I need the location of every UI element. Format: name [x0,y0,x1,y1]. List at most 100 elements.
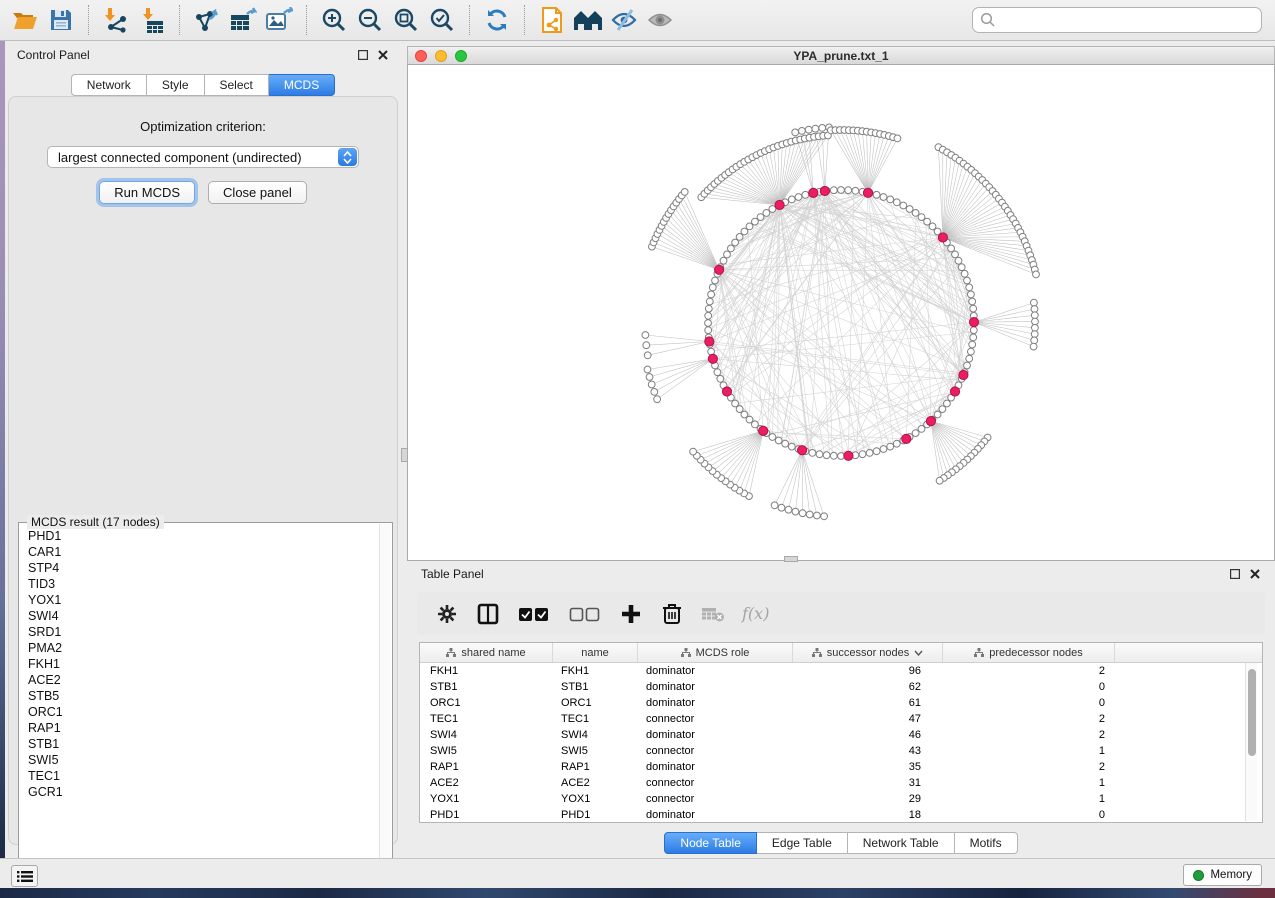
table-row-FKH1[interactable]: FKH1FKH1dominator962 [420,663,1262,679]
network-document-icon[interactable] [534,3,570,37]
export-network-icon[interactable] [189,3,225,37]
show-columns-icon[interactable] [476,602,500,626]
float-panel-icon[interactable] [356,49,369,62]
network-graph[interactable] [408,65,1275,561]
mcds-result-item[interactable]: ORC1 [28,704,378,720]
zoom-fit-icon[interactable] [388,3,424,37]
mcds-result-item[interactable]: SWI4 [28,608,378,624]
import-table-file-icon[interactable] [134,3,170,37]
table-cell: ORC1 [420,695,553,711]
table-cell: 0 [943,679,1115,695]
tab-node-table[interactable]: Node Table [664,832,757,854]
mcds-result-item[interactable]: YOX1 [28,592,378,608]
vertical-splitter-handle[interactable] [401,448,408,462]
tab-select[interactable]: Select [205,74,269,96]
mcds-result-item[interactable]: CAR1 [28,544,378,560]
application-window: Control Panel NetworkStyleSelectMCDS Opt… [0,0,1275,898]
network-canvas[interactable] [407,65,1275,561]
table-row-YOX1[interactable]: YOX1YOX1connector291 [420,791,1262,807]
tab-style[interactable]: Style [147,74,205,96]
table-settings-gear-icon[interactable] [435,602,459,626]
tab-mcds[interactable]: MCDS [269,74,335,96]
close-panel-button[interactable]: Close panel [208,181,307,204]
refresh-layout-icon[interactable] [479,3,515,37]
criterion-select[interactable]: largest connected component (undirected) [47,146,359,168]
tab-edge-table[interactable]: Edge Table [757,832,848,854]
run-mcds-button[interactable]: Run MCDS [99,181,195,204]
memory-label: Memory [1210,869,1252,881]
mcds-result-item[interactable]: STB1 [28,736,378,752]
desktop-wallpaper-strip-bottom [0,888,1275,898]
column-header-successor-nodes[interactable]: successor nodes [793,643,943,662]
mcds-result-item[interactable]: TID3 [28,576,378,592]
table-row-SWI4[interactable]: SWI4SWI4dominator462 [420,727,1262,743]
column-header-name[interactable]: name [553,643,638,662]
delete-column-icon[interactable] [660,602,684,626]
column-header-shared-name[interactable]: shared name [420,643,553,662]
table-cell: 96 [793,663,943,679]
mcds-result-list: PHD1CAR1STP4TID3YOX1SWI4SRD1PMA2FKH1ACE2… [20,526,378,892]
mcds-result-item[interactable]: SRD1 [28,624,378,640]
mcds-result-item[interactable]: GCR1 [28,784,378,800]
add-column-icon[interactable] [619,602,643,626]
table-cell: 2 [943,727,1115,743]
mcds-result-item[interactable]: PHD1 [28,528,378,544]
import-network-file-icon[interactable] [98,3,134,37]
tab-network[interactable]: Network [71,74,147,96]
show-panels-list-button[interactable] [11,865,38,887]
search-box[interactable] [972,7,1262,33]
save-session-icon[interactable] [43,3,79,37]
table-row-PHD1[interactable]: PHD1PHD1dominator180 [420,807,1262,823]
select-all-rows-icon[interactable] [517,602,551,626]
tab-motifs[interactable]: Motifs [955,832,1018,854]
table-cell: 46 [793,727,943,743]
table-scrollbar[interactable] [1245,663,1257,821]
table-cell: FKH1 [553,663,638,679]
table-row-SWI5[interactable]: SWI5SWI5connector431 [420,743,1262,759]
close-panel-icon[interactable] [1248,568,1261,581]
close-panel-icon[interactable] [376,49,389,62]
table-row-STB1[interactable]: STB1STB1dominator620 [420,679,1262,695]
column-header-MCDS-role[interactable]: MCDS role [638,643,793,662]
table-cell: 0 [943,695,1115,711]
table-cell: TEC1 [420,711,553,727]
table-row-ACE2[interactable]: ACE2ACE2connector311 [420,775,1262,791]
table-cell: TEC1 [553,711,638,727]
mcds-result-item[interactable]: STB5 [28,688,378,704]
float-panel-icon[interactable] [1228,568,1241,581]
table-cell: RAP1 [420,759,553,775]
search-input[interactable] [1001,10,1254,30]
mcds-result-item[interactable]: RAP1 [28,720,378,736]
hide-selected-eye-slash-icon[interactable] [606,3,642,37]
deselect-all-rows-icon[interactable] [568,602,602,626]
table-cell: YOX1 [553,791,638,807]
open-session-icon[interactable] [7,3,43,37]
table-row-ORC1[interactable]: ORC1ORC1dominator610 [420,695,1262,711]
zoom-in-icon[interactable] [316,3,352,37]
table-row-RAP1[interactable]: RAP1RAP1dominator352 [420,759,1262,775]
zoom-out-icon[interactable] [352,3,388,37]
table-panel: Table Panel [407,560,1275,858]
column-header-predecessor-nodes[interactable]: predecessor nodes [943,643,1115,662]
mcds-result-item[interactable]: PMA2 [28,640,378,656]
mcds-result-item[interactable]: STP4 [28,560,378,576]
mcds-panel: Optimization criterion: largest connecte… [8,96,398,845]
table-row-TEC1[interactable]: TEC1TEC1connector472 [420,711,1262,727]
zoom-selected-icon[interactable] [424,3,460,37]
mcds-result-item[interactable]: FKH1 [28,656,378,672]
mcds-result-item[interactable]: SWI5 [28,752,378,768]
show-all-eye-icon[interactable] [642,3,678,37]
export-table-icon[interactable] [225,3,261,37]
delete-table-icon-disabled [701,602,725,626]
mcds-result-item[interactable]: TEC1 [28,768,378,784]
table-scrollbar-thumb[interactable] [1248,669,1256,756]
tab-network-table[interactable]: Network Table [848,832,955,854]
mcds-result-item[interactable]: ACE2 [28,672,378,688]
memory-button[interactable]: Memory [1183,864,1262,886]
mcds-list-scrollbar[interactable] [379,524,391,892]
export-image-icon[interactable] [261,3,297,37]
table-cell: 2 [943,711,1115,727]
table-cell: connector [638,775,793,791]
network-window-titlebar[interactable]: YPA_prune.txt_1 [407,46,1275,65]
first-neighbors-icon[interactable] [570,3,606,37]
